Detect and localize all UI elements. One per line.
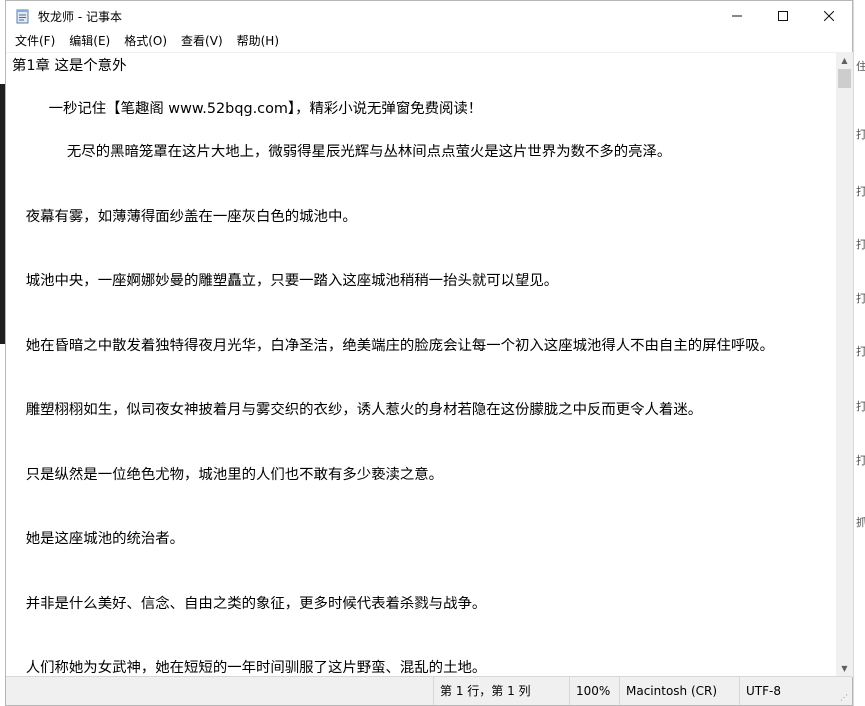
document-line xyxy=(12,422,832,444)
document-line xyxy=(12,508,832,530)
document-line: 她在昏暗之中散发着独特得夜月光华，白净圣洁，绝美端庄的脸庞会让每一个初入这座城池… xyxy=(12,337,775,354)
zoom-level: 100% xyxy=(569,677,619,705)
document-line xyxy=(12,314,832,336)
document-line: 第1章 这是个意外 xyxy=(12,58,127,74)
document-line xyxy=(12,228,832,250)
background-text-fragment: 打 xyxy=(856,400,865,413)
background-text-fragment: 打 xyxy=(856,238,865,251)
document-line xyxy=(12,78,832,100)
minimize-button[interactable] xyxy=(714,1,760,31)
background-text-fragment: 打 xyxy=(856,292,865,305)
maximize-button[interactable] xyxy=(760,1,806,31)
background-text-fragment: 打 xyxy=(856,128,865,141)
menu-edit[interactable]: 编辑(E) xyxy=(62,31,117,51)
document-line: 她是这座城池的统治者。 xyxy=(12,531,185,547)
title-bar[interactable]: 牧龙师 - 记事本 xyxy=(6,1,852,31)
menu-help[interactable]: 帮助(H) xyxy=(230,31,286,51)
line-ending: Macintosh (CR) xyxy=(619,677,739,705)
notepad-icon xyxy=(15,8,31,24)
document-line xyxy=(12,615,832,637)
window-title: 牧龙师 - 记事本 xyxy=(38,9,122,24)
scroll-up-arrow-icon[interactable]: ▲ xyxy=(836,52,853,69)
menu-file[interactable]: 文件(F) xyxy=(6,31,62,51)
close-icon xyxy=(824,11,834,21)
background-text-fragment: 抓 xyxy=(856,516,865,529)
background-text-fragment: 打 xyxy=(856,454,865,467)
document-line xyxy=(12,637,832,659)
document-line: 夜幕有雾，如薄薄得面纱盖在一座灰白色的城池中。 xyxy=(12,208,357,225)
scroll-down-arrow-icon[interactable]: ▼ xyxy=(836,660,853,677)
status-bar: 第 1 行，第 1 列 100% Macintosh (CR) UTF-8 ⋰ xyxy=(6,676,852,705)
vertical-scrollbar[interactable]: ▲ ▼ xyxy=(836,52,853,677)
document-line xyxy=(12,164,832,186)
resize-grip-icon[interactable]: ⋰ xyxy=(840,693,850,703)
document-line xyxy=(12,357,832,379)
document-line xyxy=(12,572,832,594)
document-line: 无尽的黑暗笼罩在这片大地上，微弱得星辰光辉与丛林间点点萤火是这片世界为数不多的亮… xyxy=(12,144,672,160)
minimize-icon xyxy=(732,15,742,17)
document-line xyxy=(12,443,832,465)
document-line: 雕塑栩栩如生，似司夜女神披着月与雾交织的衣纱，诱人惹火的身材若隐在这份朦胧之中反… xyxy=(12,402,703,418)
document-line: 并非是什么美好、信念、自由之类的象征，更多时候代表着杀戮与战争。 xyxy=(12,595,487,612)
menu-bar: 文件(F) 编辑(E) 格式(O) 查看(V) 帮助(H) xyxy=(6,31,852,51)
menu-view[interactable]: 查看(V) xyxy=(174,31,230,51)
menu-format[interactable]: 格式(O) xyxy=(117,31,174,51)
document-line xyxy=(12,551,832,573)
notepad-window: 牧龙师 - 记事本 文件(F) 编辑(E) 格式(O) 查看(V) 帮助(H) … xyxy=(5,0,853,706)
document-line: 一秒记住【笔趣阁 www.52bqg.com】，精彩小说无弹窗免费阅读！ xyxy=(12,101,483,117)
document-line xyxy=(12,379,832,401)
close-button[interactable] xyxy=(806,1,852,31)
background-text-fragment: 打 xyxy=(856,185,865,198)
document-line xyxy=(12,121,832,143)
document-line xyxy=(12,293,832,315)
encoding: UTF-8 xyxy=(739,677,852,705)
text-editor-area[interactable]: 第1章 这是个意外 一秒记住【笔趣阁 www.52bqg.com】，精彩小说无弹… xyxy=(6,52,836,678)
document-line: 只是纵然是一位绝色尤物，城池里的人们也不敢有多少亵渎之意。 xyxy=(12,466,444,483)
background-text-fragment: 打 xyxy=(856,345,865,358)
background-text-fragment: 住 xyxy=(856,60,865,73)
maximize-icon xyxy=(778,11,788,21)
document-text[interactable]: 第1章 这是个意外 一秒记住【笔趣阁 www.52bqg.com】，精彩小说无弹… xyxy=(12,56,832,678)
scrollbar-thumb[interactable] xyxy=(838,69,851,88)
document-line: 人们称她为女武神，她在短短的一年时间驯服了这片野蛮、混乱的土地。 xyxy=(12,660,487,676)
document-line xyxy=(12,486,832,508)
document-line xyxy=(12,250,832,272)
document-line xyxy=(12,185,832,207)
document-line: 城池中央，一座婀娜妙曼的雕塑矗立，只要一踏入这座城池稍稍一抬头就可以望见。 xyxy=(12,273,559,289)
cursor-position: 第 1 行，第 1 列 xyxy=(433,677,569,705)
